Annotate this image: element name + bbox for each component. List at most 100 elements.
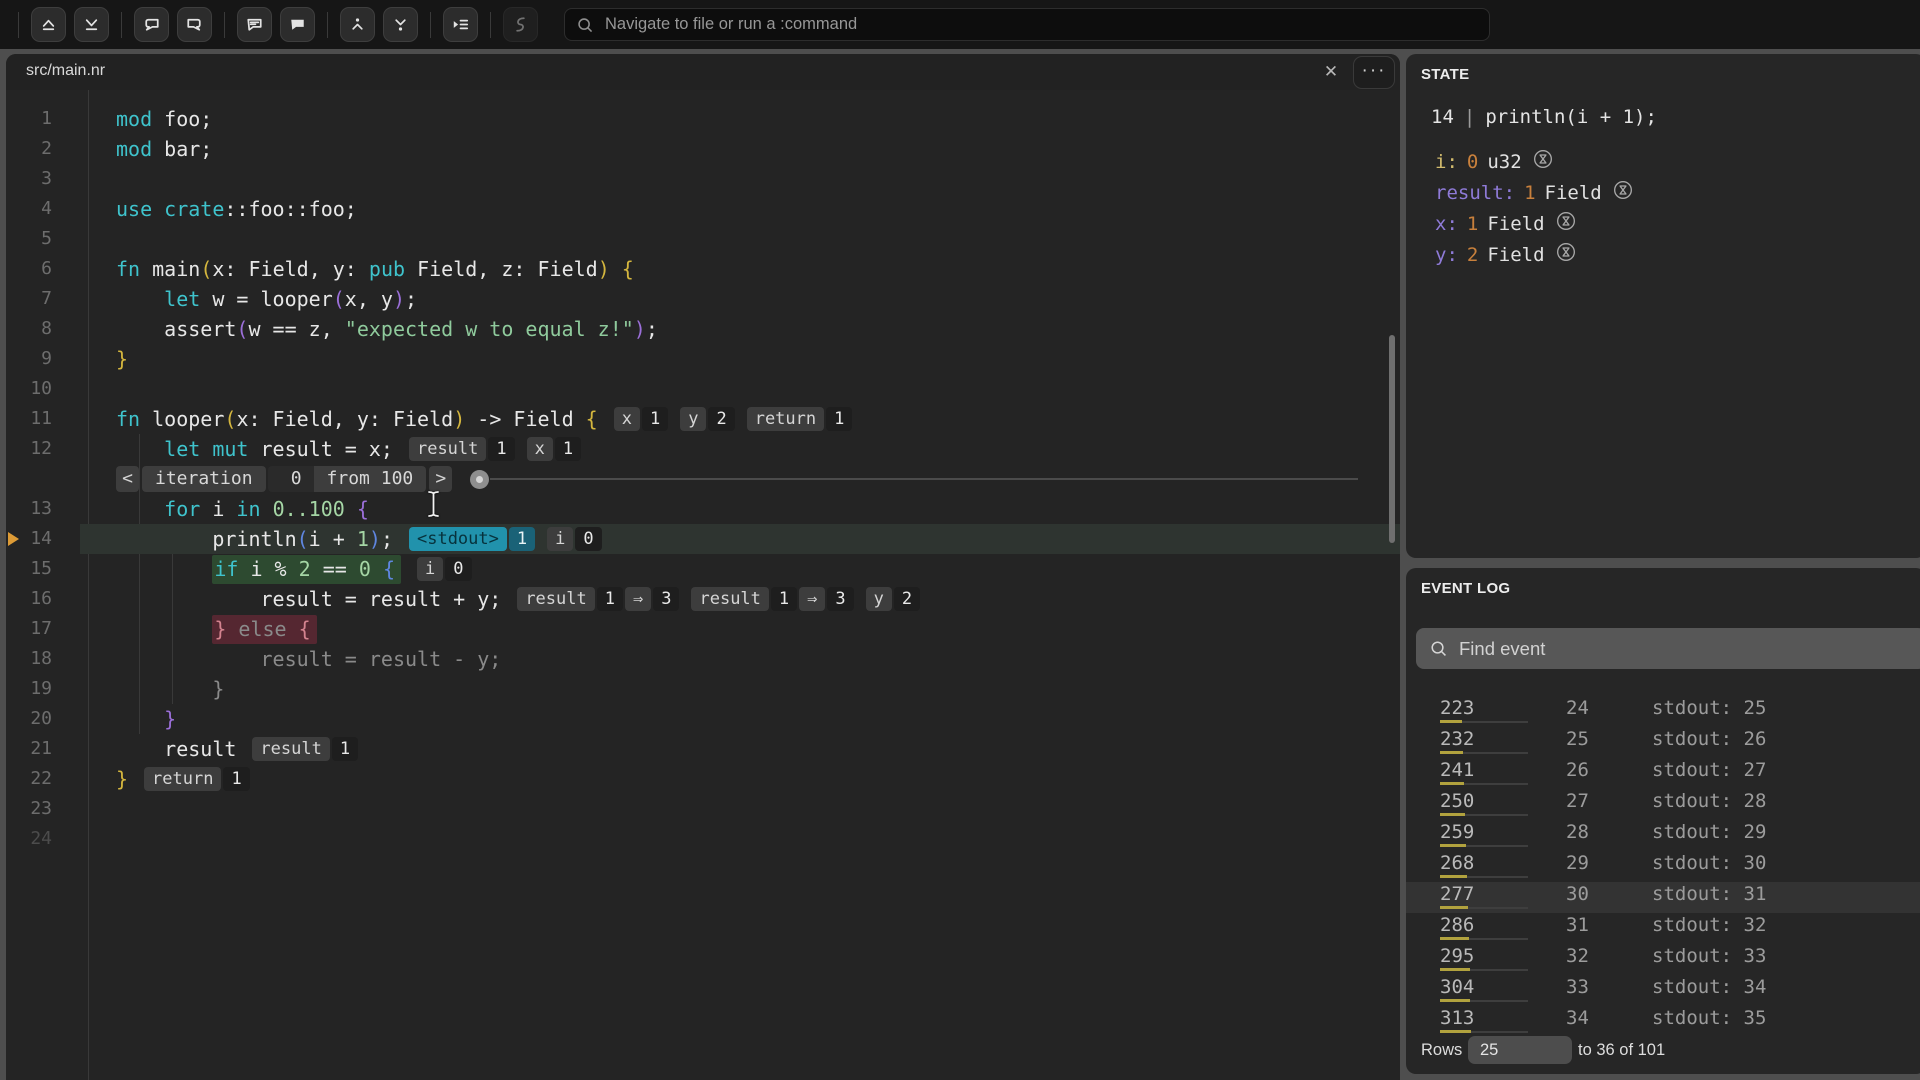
event-row[interactable]: 25027stdout: 28: [1406, 789, 1920, 820]
code-line[interactable]: 5: [6, 224, 1400, 254]
code-line[interactable]: 21 resultresult1: [6, 734, 1400, 764]
continue-forward-button[interactable]: [280, 7, 315, 42]
inline-value-badge[interactable]: y2: [680, 407, 735, 431]
code-line[interactable]: 13 for i in 0..100 {: [6, 494, 1400, 524]
run-to-cursor-button[interactable]: [443, 7, 478, 42]
event-row[interactable]: 30433stdout: 34: [1406, 975, 1920, 1006]
line-number[interactable]: 9: [6, 344, 52, 374]
tab-close-icon[interactable]: ✕: [1320, 61, 1342, 83]
line-number[interactable]: 22: [6, 764, 52, 794]
code-line[interactable]: 7 let w = looper(x, y);: [6, 284, 1400, 314]
event-row[interactable]: 29532stdout: 33: [1406, 944, 1920, 975]
code-line[interactable]: 3: [6, 164, 1400, 194]
code-line[interactable]: 17 } else {: [6, 614, 1400, 644]
state-variable-row[interactable]: y:2Field: [1435, 239, 1633, 270]
event-row[interactable]: 25928stdout: 29: [1406, 820, 1920, 851]
inline-value-badge[interactable]: x1: [614, 407, 669, 431]
event-row[interactable]: 28631stdout: 32: [1406, 913, 1920, 944]
find-event-input[interactable]: [1457, 637, 1913, 661]
line-number[interactable]: 18: [6, 644, 52, 674]
code-line[interactable]: 12 let mut result = x;result1x1: [6, 434, 1400, 464]
code-line[interactable]: 23: [6, 794, 1400, 824]
code-line[interactable]: 19 }: [6, 674, 1400, 704]
code-line[interactable]: 14 println(i + 1);<stdout>1i0: [6, 524, 1400, 554]
find-event-box[interactable]: [1416, 628, 1920, 669]
event-row[interactable]: 26829stdout: 30: [1406, 851, 1920, 882]
code-line[interactable]: 10: [6, 374, 1400, 404]
iteration-prev-button[interactable]: <: [116, 466, 139, 492]
tab-src-main-nr[interactable]: src/main.nr: [26, 62, 105, 80]
line-number[interactable]: 24: [6, 824, 52, 854]
code-line[interactable]: 18 result = result - y;: [6, 644, 1400, 674]
inline-value-badge[interactable]: return1: [144, 767, 250, 791]
state-variable-row[interactable]: result:1Field: [1435, 177, 1633, 208]
code-line[interactable]: 22}return1: [6, 764, 1400, 794]
jump-to-call-button[interactable]: [340, 7, 375, 42]
jump-to-return-button[interactable]: [383, 7, 418, 42]
line-number[interactable]: 23: [6, 794, 52, 824]
rows-per-page-input[interactable]: [1468, 1036, 1572, 1064]
line-number[interactable]: 17: [6, 614, 52, 644]
line-number[interactable]: 19: [6, 674, 52, 704]
inline-value-badge[interactable]: result1⇒3: [691, 587, 853, 611]
event-row[interactable]: 23225stdout: 26: [1406, 727, 1920, 758]
code-line[interactable]: 20 }: [6, 704, 1400, 734]
code-line[interactable]: 6fn main(x: Field, y: pub Field, z: Fiel…: [6, 254, 1400, 284]
line-number[interactable]: 11: [6, 404, 52, 434]
step-over-forward-button[interactable]: [177, 7, 212, 42]
code-line[interactable]: 2mod bar;: [6, 134, 1400, 164]
line-number[interactable]: 4: [6, 194, 52, 224]
inline-value-badge[interactable]: result1: [252, 737, 358, 761]
command-input[interactable]: [603, 14, 1478, 35]
event-row[interactable]: 22324stdout: 25: [1406, 696, 1920, 727]
line-number[interactable]: 3: [6, 164, 52, 194]
code-line[interactable]: 15 if i % 2 == 0 {i0: [6, 554, 1400, 584]
code-line[interactable]: 9}: [6, 344, 1400, 374]
iteration-value[interactable]: 0: [268, 466, 314, 492]
step-out-button[interactable]: [31, 7, 66, 42]
iteration-slider-knob[interactable]: [470, 470, 489, 489]
command-bar[interactable]: [564, 8, 1490, 41]
step-into-button[interactable]: [74, 7, 109, 42]
code-line[interactable]: 16 result = result + y;result1⇒3result1⇒…: [6, 584, 1400, 614]
line-number[interactable]: 5: [6, 224, 52, 254]
event-row[interactable]: 27730stdout: 31: [1406, 882, 1920, 913]
inline-value-badge[interactable]: return1: [747, 407, 853, 431]
tab-more-button[interactable]: ···: [1353, 56, 1395, 89]
inline-value-badge[interactable]: i0: [547, 527, 602, 551]
state-variable-row[interactable]: x:1Field: [1435, 208, 1633, 239]
line-number[interactable]: 1: [6, 104, 52, 134]
event-row[interactable]: 31334stdout: 35: [1406, 1006, 1920, 1037]
line-number[interactable]: 8: [6, 314, 52, 344]
line-number[interactable]: 13: [6, 494, 52, 524]
iteration-slider-row[interactable]: <iteration0from 100>: [6, 464, 1400, 494]
code-area[interactable]: 1mod foo;2mod bar;34use crate::foo::foo;…: [6, 90, 1400, 1080]
code-line[interactable]: 4use crate::foo::foo;: [6, 194, 1400, 224]
inline-value-badge[interactable]: x1: [527, 437, 582, 461]
code-line[interactable]: 1mod foo;: [6, 104, 1400, 134]
inline-value-badge[interactable]: result1⇒3: [517, 587, 679, 611]
line-number[interactable]: 10: [6, 374, 52, 404]
code-line[interactable]: 8 assert(w == z, "expected w to equal z!…: [6, 314, 1400, 344]
iteration-slider-track[interactable]: [490, 478, 1358, 480]
continue-back-button[interactable]: [237, 7, 272, 42]
trace-button[interactable]: [503, 7, 538, 42]
event-row[interactable]: 24126stdout: 27: [1406, 758, 1920, 789]
line-number[interactable]: 20: [6, 704, 52, 734]
state-variable-row[interactable]: i:0u32: [1435, 146, 1633, 177]
code-line[interactable]: 11fn looper(x: Field, y: Field) -> Field…: [6, 404, 1400, 434]
editor-scrollbar[interactable]: [1389, 335, 1395, 543]
line-number[interactable]: 2: [6, 134, 52, 164]
inline-value-badge[interactable]: <stdout>1: [409, 527, 535, 551]
line-number[interactable]: 12: [6, 434, 52, 464]
line-number[interactable]: 21: [6, 734, 52, 764]
line-number[interactable]: [6, 464, 52, 494]
inline-value-badge[interactable]: y2: [866, 587, 921, 611]
inline-value-badge[interactable]: i0: [417, 557, 472, 581]
line-number[interactable]: 7: [6, 284, 52, 314]
line-number[interactable]: 16: [6, 584, 52, 614]
inline-value-badge[interactable]: result1: [409, 437, 515, 461]
line-number[interactable]: 15: [6, 554, 52, 584]
code-line[interactable]: 24: [6, 824, 1400, 854]
line-number[interactable]: 6: [6, 254, 52, 284]
